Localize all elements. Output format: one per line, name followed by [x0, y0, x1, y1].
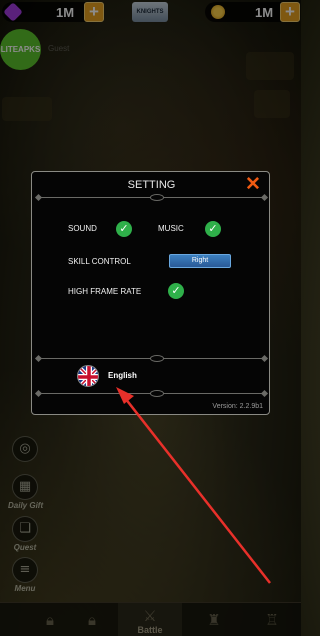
- skill-control-label: SKILL CONTROL: [68, 257, 131, 266]
- sound-checkbox[interactable]: ✓: [116, 221, 132, 237]
- music-checkbox[interactable]: ✓: [205, 221, 221, 237]
- high-frame-rate-label: HIGH FRAME RATE: [68, 287, 142, 296]
- checkmark-icon: ✓: [171, 284, 181, 297]
- high-frame-rate-checkbox[interactable]: ✓: [168, 283, 184, 299]
- close-button[interactable]: ✕: [244, 175, 262, 194]
- language-divider-bottom: [38, 390, 265, 397]
- dialog-title: SETTING: [127, 179, 176, 191]
- settings-dialog: SETTING ✕ SOUND ✓ MUSIC ✓ SKILL CONTROL …: [31, 171, 270, 415]
- checkmark-icon: ✓: [119, 222, 129, 235]
- sound-label: SOUND: [68, 224, 97, 233]
- version-label: Version: 2.2.9b1: [212, 403, 263, 410]
- uk-flag-icon[interactable]: [77, 365, 99, 387]
- top-divider: [38, 194, 265, 201]
- skill-control-button[interactable]: Right: [169, 254, 231, 268]
- music-label: MUSIC: [158, 224, 184, 233]
- checkmark-icon: ✓: [208, 222, 218, 235]
- language-divider-top: [38, 355, 265, 362]
- language-label[interactable]: English: [108, 371, 137, 380]
